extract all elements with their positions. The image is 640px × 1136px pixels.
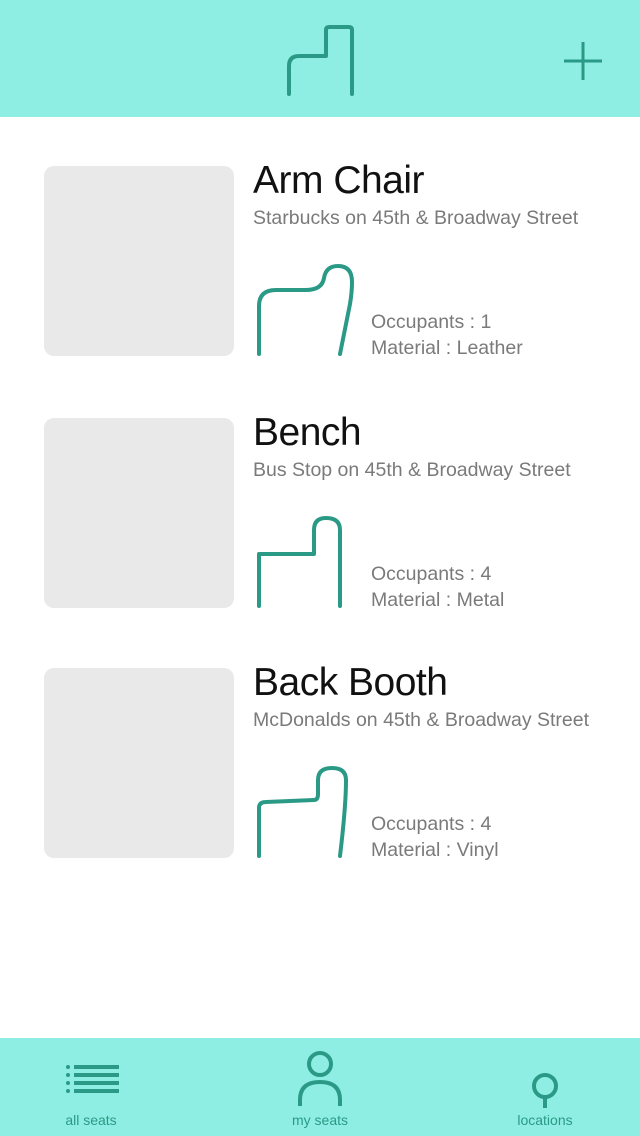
seat-title: Arm Chair — [253, 159, 425, 202]
seat-photo-placeholder — [44, 668, 234, 858]
location-pin-icon — [532, 1073, 558, 1108]
tab-locations[interactable]: locations — [485, 1038, 605, 1136]
tab-label: locations — [517, 1112, 573, 1128]
seat-material: Material : Metal — [371, 589, 505, 611]
seat-logo-icon — [287, 25, 354, 96]
bench-icon — [257, 516, 342, 608]
person-icon — [298, 1051, 342, 1106]
seat-location: Bus Stop on 45th & Broadway Street — [253, 459, 571, 481]
seat-material: Material : Leather — [371, 337, 523, 359]
plus-icon[interactable] — [560, 38, 606, 84]
seat-title: Bench — [253, 411, 362, 454]
seat-material: Material : Vinyl — [371, 839, 499, 861]
seat-location: Starbucks on 45th & Broadway Street — [253, 207, 579, 229]
seat-photo-placeholder — [44, 166, 234, 356]
seat-card[interactable]: Back Booth McDonalds on 45th & Broadway … — [0, 661, 640, 868]
tab-label: my seats — [291, 1112, 348, 1128]
tab-all-seats[interactable]: all seats — [31, 1038, 151, 1136]
armchair-icon — [257, 264, 354, 356]
seat-photo-placeholder — [44, 418, 234, 608]
seat-card[interactable]: Bench Bus Stop on 45th & Broadway Street… — [0, 411, 640, 618]
seat-occupants: Occupants : 4 — [371, 563, 492, 585]
tab-my-seats[interactable]: my seats — [260, 1038, 380, 1136]
list-icon — [66, 1065, 119, 1093]
seat-card[interactable]: Arm Chair Starbucks on 45th & Broadway S… — [0, 159, 640, 366]
booth-icon — [257, 766, 348, 858]
seat-location: McDonalds on 45th & Broadway Street — [253, 709, 590, 731]
seat-title: Back Booth — [253, 661, 448, 704]
tab-label: all seats — [65, 1112, 117, 1128]
seat-occupants: Occupants : 1 — [371, 311, 492, 333]
seat-occupants: Occupants : 4 — [371, 813, 492, 835]
header-bar — [0, 0, 640, 117]
tab-bar: all seats my seats locations — [0, 1038, 640, 1136]
